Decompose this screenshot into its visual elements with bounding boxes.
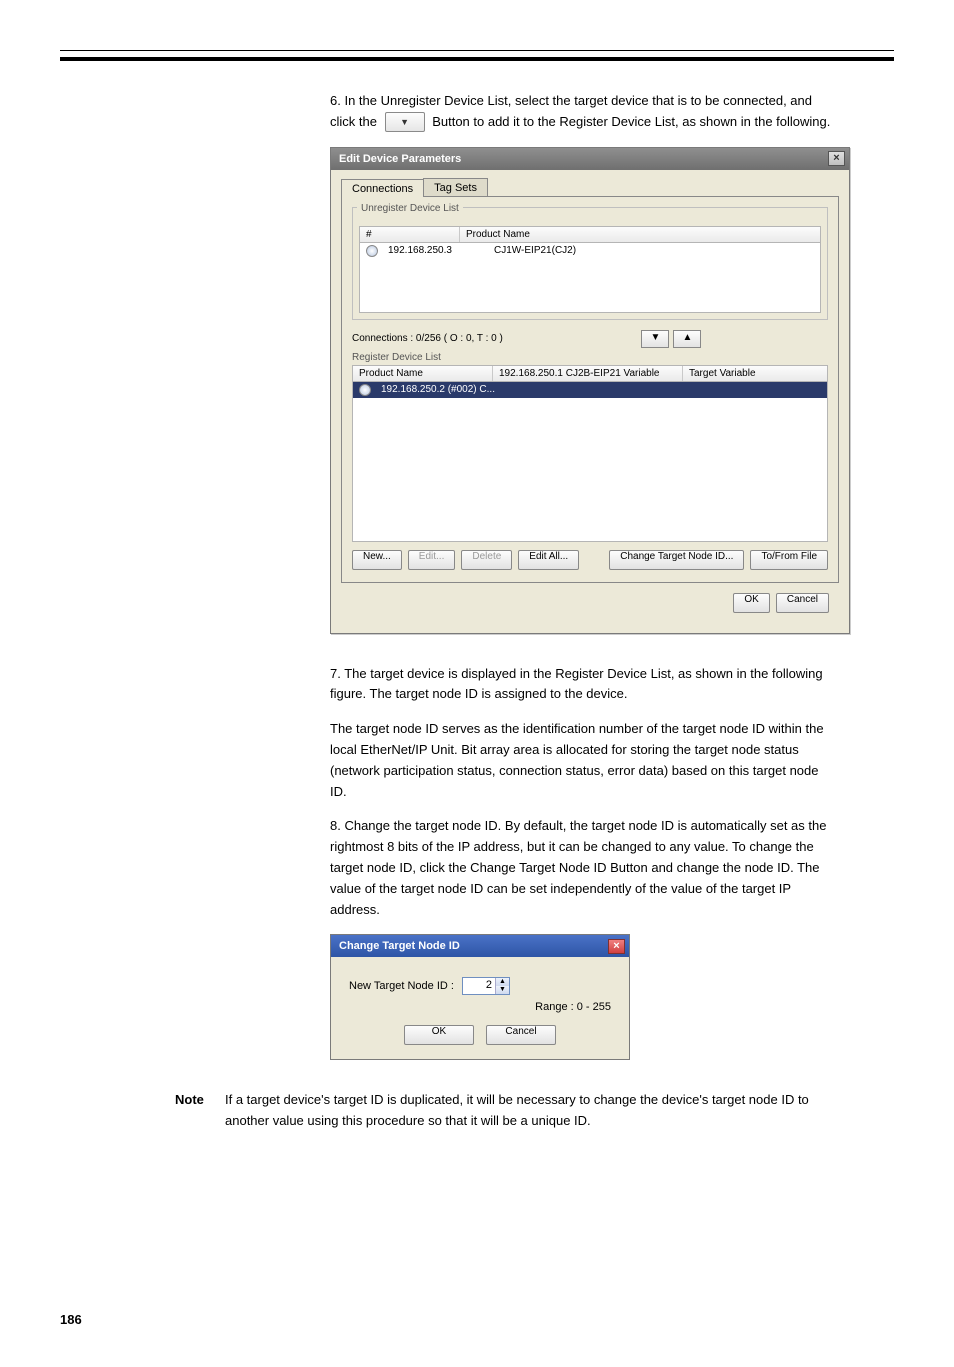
delete-button: Delete <box>461 550 512 570</box>
new-button[interactable]: New... <box>352 550 402 570</box>
device-product: CJ1W-EIP21(CJ2) <box>494 245 576 256</box>
dialog-title: Edit Device Parameters <box>339 153 461 165</box>
page-number: 186 <box>60 1312 894 1327</box>
move-up-button[interactable]: ▲ <box>673 330 701 348</box>
tab-strip: Connections Tag Sets <box>341 178 839 197</box>
col-variable[interactable]: 192.168.250.1 CJ2B-EIP21 Variable <box>493 366 683 381</box>
list-item[interactable]: 192.168.250.2 (#002) C... <box>353 382 827 398</box>
change-target-node-id-dialog: Change Target Node ID × New Target Node … <box>330 934 630 1060</box>
device-ip: 192.168.250.3 <box>388 245 488 256</box>
col-target-variable[interactable]: Target Variable <box>683 366 827 381</box>
cancel-button[interactable]: Cancel <box>776 593 829 613</box>
edit-button: Edit... <box>408 550 456 570</box>
connections-count: Connections : 0/256 ( O : 0, T : 0 ) <box>352 333 503 344</box>
register-list-header: Product Name 192.168.250.1 CJ2B-EIP21 Va… <box>352 365 828 382</box>
ok-button[interactable]: OK <box>404 1025 474 1045</box>
note-text: If a target device's target ID is duplic… <box>225 1090 834 1132</box>
spinner-down-icon[interactable]: ▼ <box>496 986 509 994</box>
device-icon <box>359 384 371 396</box>
note: Note If a target device's target ID is d… <box>175 1090 834 1132</box>
dialog-titlebar: Edit Device Parameters × <box>331 148 849 170</box>
register-list-label: Register Device List <box>352 352 828 363</box>
step-8: 8. Change the target node ID. By default… <box>330 816 834 920</box>
step-6: 6. In the Unregister Device List, select… <box>330 91 834 133</box>
step-7a: 7. The target device is displayed in the… <box>330 664 834 706</box>
close-icon[interactable]: × <box>828 151 845 166</box>
down-arrow-button-inline-icon <box>385 112 425 132</box>
to-from-file-button[interactable]: To/From File <box>750 550 828 570</box>
node-id-spinner[interactable]: 2 ▲ ▼ <box>462 977 510 995</box>
unregister-list[interactable]: 192.168.250.3 CJ1W-EIP21(CJ2) <box>359 243 821 313</box>
spinner-up-icon[interactable]: ▲ <box>496 978 509 986</box>
spinner-value[interactable]: 2 <box>463 978 495 994</box>
unregister-list-header: # Product Name <box>359 226 821 243</box>
step-7b: The target node ID serves as the identif… <box>330 719 834 802</box>
cancel-button[interactable]: Cancel <box>486 1025 556 1045</box>
device-text: 192.168.250.2 (#002) C... <box>381 384 495 395</box>
device-icon <box>366 245 378 257</box>
move-down-button[interactable]: ▼ <box>641 330 669 348</box>
change-target-node-id-button[interactable]: Change Target Node ID... <box>609 550 744 570</box>
col-hash[interactable]: # <box>360 227 460 242</box>
unregister-device-list-group: Unregister Device List # Product Name 19… <box>352 207 828 320</box>
note-label: Note <box>175 1090 215 1132</box>
col-product-name[interactable]: Product Name <box>353 366 493 381</box>
tab-connections[interactable]: Connections <box>341 179 424 197</box>
range-text: Range : 0 - 255 <box>349 1001 611 1013</box>
ok-button[interactable]: OK <box>733 593 769 613</box>
dialog-titlebar: Change Target Node ID × <box>331 935 629 957</box>
register-list[interactable]: 192.168.250.2 (#002) C... <box>352 382 828 542</box>
col-product-name[interactable]: Product Name <box>460 227 820 242</box>
group-label: Unregister Device List <box>357 203 463 214</box>
list-item[interactable]: 192.168.250.3 CJ1W-EIP21(CJ2) <box>360 243 820 259</box>
dialog-title: Change Target Node ID <box>339 940 460 952</box>
edit-device-parameters-dialog: Edit Device Parameters × Connections Tag… <box>330 147 850 634</box>
tab-tag-sets[interactable]: Tag Sets <box>423 178 488 196</box>
field-label: New Target Node ID : <box>349 980 454 992</box>
edit-all-button[interactable]: Edit All... <box>518 550 579 570</box>
close-icon[interactable]: × <box>608 939 625 954</box>
